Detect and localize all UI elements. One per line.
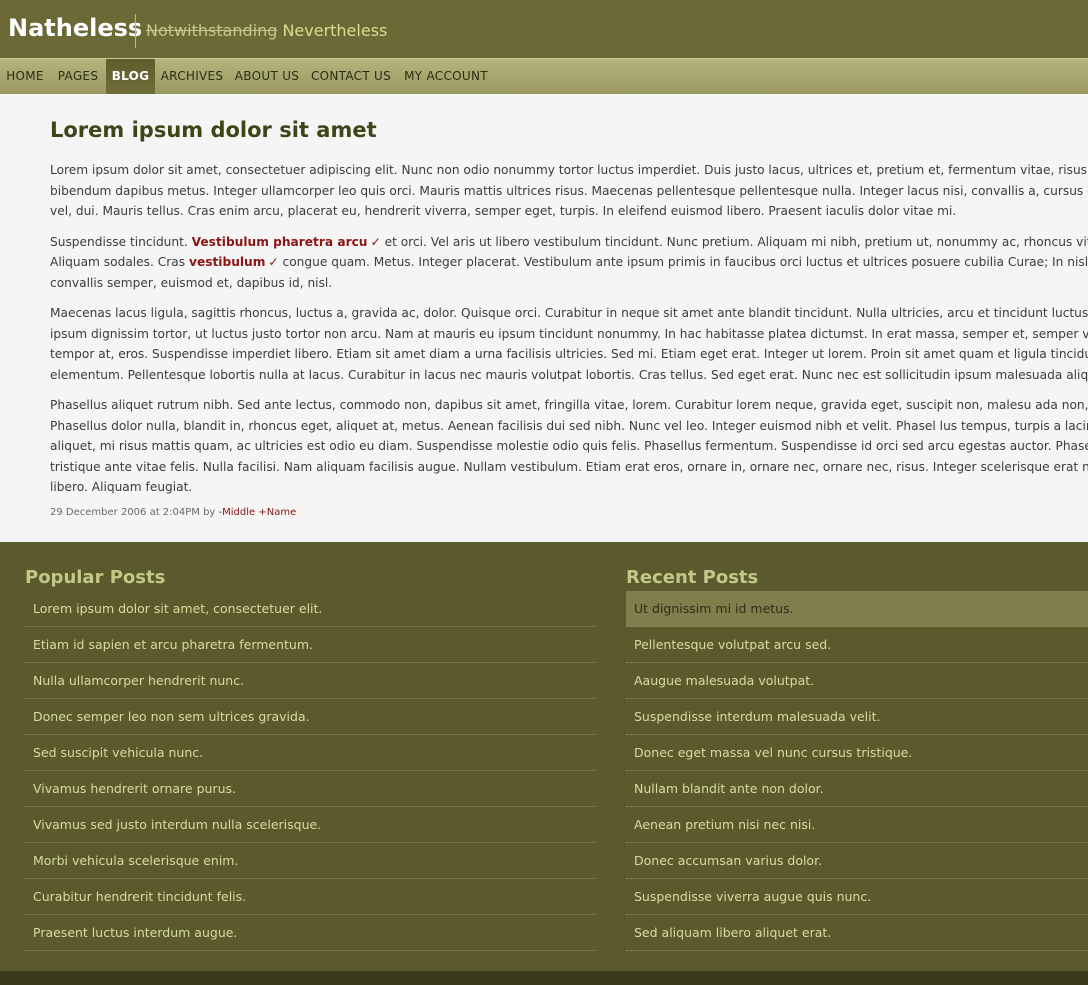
main-nav: HOME PAGES BLOG ARCHIVES ABOUT US CONTAC… [0, 58, 1088, 94]
recent-post-link[interactable]: Suspendisse viverra augue quis nunc. [626, 879, 1088, 915]
recent-post-link[interactable]: Donec accumsan varius dolor. [626, 843, 1088, 879]
recent-post-link[interactable]: Nullam blandit ante non dolor. [626, 771, 1088, 807]
nav-pages[interactable]: PAGES [50, 59, 106, 94]
paragraph-line: ipsum dignissim tortor, ut luctus justo … [50, 326, 1088, 341]
popular-post-link[interactable]: Lorem ipsum dolor sit amet, consectetuer… [25, 591, 596, 627]
nav-contact-us[interactable]: CONTACT US [305, 59, 397, 94]
post-author-link[interactable]: -Middle +Name [219, 507, 297, 518]
paragraph-line: tempor at, eros. Suspendisse imperdiet l… [50, 347, 1088, 361]
paragraph-line: tristique ante vitae felis. Nulla facili… [50, 459, 1088, 474]
paragraph-2: Suspendisse tincidunt. Vestibulum pharet… [50, 232, 1088, 294]
recent-post-link[interactable]: Sed aliquam libero aliquet erat. [626, 915, 1088, 951]
nav-home[interactable]: HOME [0, 59, 50, 94]
recent-post-link[interactable]: Donec eget massa vel nunc cursus tristiq… [626, 735, 1088, 771]
recent-post-link[interactable]: Pellentesque volutpat arcu sed. [626, 627, 1088, 663]
vestibulum-pharetra-link[interactable]: Vestibulum pharetra arcu [192, 235, 368, 249]
recent-posts: Recent Posts Ut dignissim mi id metus. P… [626, 564, 1088, 951]
paragraph-line: libero. Aliquam feugiat. [50, 480, 193, 494]
popular-post-link[interactable]: Donec semper leo non sem ultrices gravid… [25, 699, 596, 735]
nav-my-account[interactable]: MY ACCOUNT [397, 59, 495, 94]
tagline-text: Nevertheless [282, 21, 388, 40]
nav-blog[interactable]: BLOG [106, 59, 155, 94]
popular-post-link[interactable]: Nulla ullamcorper hendrerit nunc. [25, 663, 596, 699]
recent-post-link[interactable]: Aaugue malesuada volutpat. [626, 663, 1088, 699]
site-tagline: Notwithstanding Nevertheless [146, 21, 387, 40]
popular-post-link[interactable]: Vivamus hendrerit ornare purus. [25, 771, 596, 807]
nav-archives[interactable]: ARCHIVES [155, 59, 229, 94]
recent-post-link[interactable]: Aenean pretium nisi nec nisi. [626, 807, 1088, 843]
recent-post-link[interactable]: Suspendisse interdum malesuada velit. [626, 699, 1088, 735]
checkmark-icon: ✓ [268, 255, 279, 269]
recent-posts-heading: Recent Posts [626, 567, 759, 588]
paragraph-line: elementum. Pellentesque lobortis nulla a… [50, 367, 1088, 382]
paragraph-3: Maecenas lacus ligula, sagittis rhoncus,… [50, 303, 1088, 385]
paragraph-line: Lorem ipsum dolor sit amet, consectetuer… [50, 163, 1088, 177]
paragraph-text: et orci. Vel aris ut libero vestibulum t… [384, 234, 1088, 249]
popular-post-link[interactable]: Praesent luctus interdum augue. [25, 915, 596, 951]
footer-bar [0, 971, 1088, 985]
site-header: Natheless Notwithstanding Nevertheless [0, 0, 1088, 58]
header-divider [135, 14, 136, 48]
paragraph-line: Maecenas lacus ligula, sagittis rhoncus,… [50, 306, 1088, 320]
paragraph-text: convallis semper, euismod et, dapibus id… [50, 275, 333, 290]
paragraph-text: congue quam. Metus. Integer placerat. Ve… [282, 255, 1088, 269]
vestibulum-link[interactable]: vestibulum [189, 255, 265, 269]
main-content: Lorem ipsum dolor sit amet Lorem ipsum d… [0, 94, 1088, 542]
paragraph-line: aliquet, mi risus mattis quam, ac ultric… [50, 439, 1088, 453]
tagline-strikethrough: Notwithstanding [146, 21, 278, 40]
paragraph-1: Lorem ipsum dolor sit amet, consectetuer… [50, 160, 1088, 222]
paragraph-line: vel, dui. Mauris tellus. Cras enim arcu,… [50, 204, 957, 218]
paragraph-text: Suspendisse tincidunt. [50, 234, 188, 249]
paragraph-line: bibendum dapibus metus. Integer ullamcor… [50, 183, 1088, 198]
checkmark-icon: ✓ [370, 234, 381, 249]
post-title[interactable]: Lorem ipsum dolor sit amet [50, 118, 377, 142]
recent-post-link[interactable]: Ut dignissim mi id metus. [626, 591, 1088, 627]
paragraph-text: Aliquam sodales. Cras [50, 255, 186, 269]
site-title[interactable]: Natheless [8, 14, 142, 42]
nav-about-us[interactable]: ABOUT US [229, 59, 305, 94]
popular-posts-heading: Popular Posts [25, 567, 166, 588]
popular-post-link[interactable]: Curabitur hendrerit tincidunt felis. [25, 879, 596, 915]
popular-post-link[interactable]: Etiam id sapien et arcu pharetra ferment… [25, 627, 596, 663]
popular-post-link[interactable]: Sed suscipit vehicula nunc. [25, 735, 596, 771]
post-body: Lorem ipsum dolor sit amet, consectetuer… [50, 160, 1088, 508]
paragraph-line: Phasellus dolor nulla, blandit in, rhonc… [50, 418, 1088, 433]
post-meta: 29 December 2006 at 2:04PM by -Middle +N… [50, 507, 296, 518]
paragraph-line: Phasellus aliquet rutrum nibh. Sed ante … [50, 398, 1088, 412]
footer-lists: Popular Posts Lorem ipsum dolor sit amet… [0, 542, 1088, 971]
popular-posts: Popular Posts Lorem ipsum dolor sit amet… [25, 564, 596, 951]
popular-post-link[interactable]: Vivamus sed justo interdum nulla sceleri… [25, 807, 596, 843]
paragraph-4: Phasellus aliquet rutrum nibh. Sed ante … [50, 395, 1088, 498]
popular-post-link[interactable]: Morbi vehicula scelerisque enim. [25, 843, 596, 879]
post-date: 29 December 2006 at 2:04PM by [50, 507, 216, 518]
